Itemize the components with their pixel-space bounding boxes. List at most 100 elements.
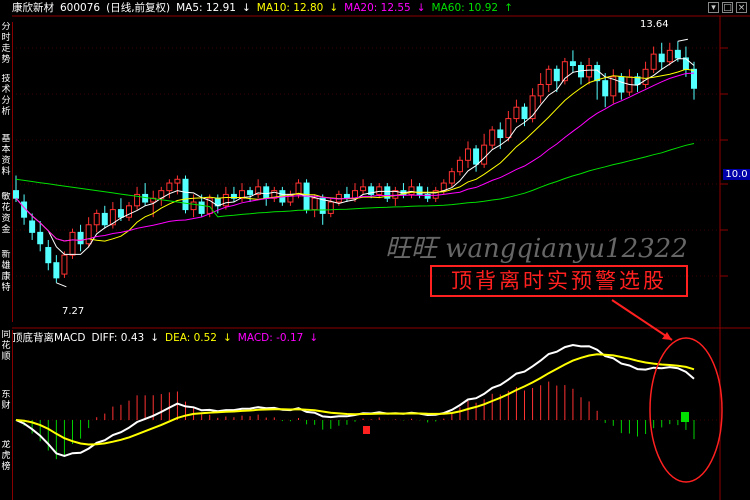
stock-code: 600076 bbox=[60, 2, 101, 14]
candle-body bbox=[61, 254, 68, 275]
down-arrow-icon: ↓ bbox=[222, 332, 232, 344]
tab-xinxiong[interactable]: 新雄康特 bbox=[0, 250, 12, 310]
candle-body bbox=[45, 247, 52, 264]
low-marker bbox=[56, 282, 67, 288]
candle-body bbox=[545, 68, 552, 85]
down-arrow-icon: ↓ bbox=[150, 332, 159, 344]
candle-body bbox=[13, 190, 19, 199]
candle-body bbox=[456, 159, 463, 173]
tab-zijin[interactable]: 敏花资金 bbox=[0, 192, 12, 250]
up-arrow-icon: ↑ bbox=[504, 2, 513, 14]
candle-body bbox=[537, 83, 544, 97]
candle-body bbox=[602, 80, 609, 97]
candle-body bbox=[29, 220, 36, 233]
candle-body bbox=[489, 129, 496, 146]
candle-body bbox=[408, 186, 415, 195]
candle-body bbox=[586, 65, 593, 78]
ma5-value: MA5: 12.91 bbox=[176, 2, 236, 14]
annotation-text: 顶背离时实预警选股 bbox=[451, 269, 667, 293]
candle-body bbox=[222, 193, 229, 207]
candle-body bbox=[691, 68, 697, 89]
buy-signal-marker bbox=[363, 426, 370, 434]
candle-body bbox=[182, 178, 189, 211]
candle-body bbox=[101, 212, 108, 226]
period-label: (日线,前复权) bbox=[106, 2, 171, 14]
candle-body bbox=[505, 118, 512, 139]
down-arrow-icon: ↓ bbox=[309, 332, 319, 344]
candle-body bbox=[376, 186, 383, 195]
candle-body bbox=[77, 231, 84, 245]
candle-body bbox=[448, 171, 455, 184]
candle-body bbox=[69, 231, 76, 256]
candle-body bbox=[481, 144, 488, 165]
tab-jiben[interactable]: 基本资料 bbox=[0, 134, 12, 192]
diff-line bbox=[15, 343, 695, 457]
close-icon[interactable]: × bbox=[736, 2, 747, 13]
sell-signal-marker bbox=[681, 412, 689, 422]
candle-body bbox=[553, 68, 560, 82]
candle-body bbox=[521, 106, 528, 120]
candle-body bbox=[93, 212, 100, 226]
macd-title: 顶底背离MACD bbox=[12, 332, 86, 344]
candle-body bbox=[473, 148, 480, 165]
candle-body bbox=[263, 186, 270, 199]
down-arrow-icon: ↓ bbox=[329, 2, 339, 14]
diff-value: DIFF: 0.43 bbox=[91, 332, 145, 344]
minimize-icon[interactable]: ▾ bbox=[708, 2, 719, 13]
annotation-box: 顶背离时实预警选股 bbox=[430, 265, 688, 297]
candle-body bbox=[174, 178, 181, 184]
ma20-value: MA20: 12.55 bbox=[344, 2, 411, 14]
candle-body bbox=[166, 182, 173, 192]
candle-body bbox=[513, 106, 520, 120]
candle-body bbox=[190, 201, 197, 211]
watermark-text: 旺旺 wangqianyu12322 bbox=[385, 234, 688, 264]
candle-body bbox=[343, 193, 350, 199]
candle-body bbox=[650, 53, 657, 70]
candle-body bbox=[618, 76, 625, 93]
tab-tonghuashun[interactable]: 同花顺 bbox=[0, 330, 12, 390]
candle-body bbox=[247, 190, 254, 195]
tab-dongcai[interactable]: 东财 bbox=[0, 390, 12, 440]
high-marker bbox=[677, 38, 688, 42]
ma10-line bbox=[15, 68, 695, 242]
tab-longhubang[interactable]: 龙虎榜 bbox=[0, 440, 12, 490]
price-high-label: 13.64 bbox=[640, 19, 669, 30]
candle-body bbox=[53, 262, 60, 279]
candle-body bbox=[666, 49, 673, 63]
current-price-label: 10.0 bbox=[723, 169, 750, 180]
stock-name: 康欣新材 bbox=[12, 2, 54, 14]
ma60-line bbox=[15, 143, 695, 218]
candle-body bbox=[37, 231, 44, 245]
candle-body bbox=[360, 186, 367, 192]
tab-jishu[interactable]: 技术分析 bbox=[0, 74, 12, 134]
candle-body bbox=[198, 201, 205, 214]
left-tab-strip-lower: 同花顺 东财 龙虎榜 bbox=[0, 330, 13, 500]
candle-body bbox=[117, 209, 124, 218]
candle-body bbox=[85, 224, 92, 245]
macd-value: MACD: -0.17 bbox=[237, 332, 304, 344]
dea-value: DEA: 0.52 bbox=[165, 332, 217, 344]
dea-line bbox=[15, 353, 695, 446]
ma20-line bbox=[15, 72, 695, 242]
maximize-icon[interactable]: □ bbox=[722, 2, 733, 13]
candle-body bbox=[594, 65, 601, 82]
tab-fenshi[interactable]: 分时走势 bbox=[0, 22, 12, 74]
down-arrow-icon: ↓ bbox=[416, 2, 426, 14]
annotation-arrow bbox=[611, 299, 673, 341]
candle-body bbox=[674, 49, 681, 59]
main-chart-header: 康欣新材 600076 (日线,前复权) MA5: 12.91 ↓ MA10: 12.80… bbox=[12, 0, 519, 16]
candle-body bbox=[311, 197, 318, 211]
candle-body bbox=[497, 129, 504, 139]
candle-body bbox=[465, 148, 471, 161]
ma5-line bbox=[15, 58, 695, 255]
ma10-value: MA10: 12.80 bbox=[256, 2, 324, 14]
candle-body bbox=[295, 182, 302, 195]
candle-body bbox=[327, 201, 334, 214]
ma60-value: MA60: 10.92 bbox=[431, 2, 499, 14]
price-low-label: 7.27 bbox=[62, 306, 85, 317]
macd-header: 顶底背离MACD DIFF: 0.43 ↓ DEA: 0.52 ↓ MACD: -0.17… bbox=[12, 330, 324, 346]
left-tab-strip: 分时走势 技术分析 基本资料 敏花资金 新雄康特 bbox=[0, 22, 13, 322]
candle-body bbox=[658, 53, 665, 63]
down-arrow-icon: ↓ bbox=[241, 2, 251, 14]
candle-body bbox=[642, 68, 649, 85]
